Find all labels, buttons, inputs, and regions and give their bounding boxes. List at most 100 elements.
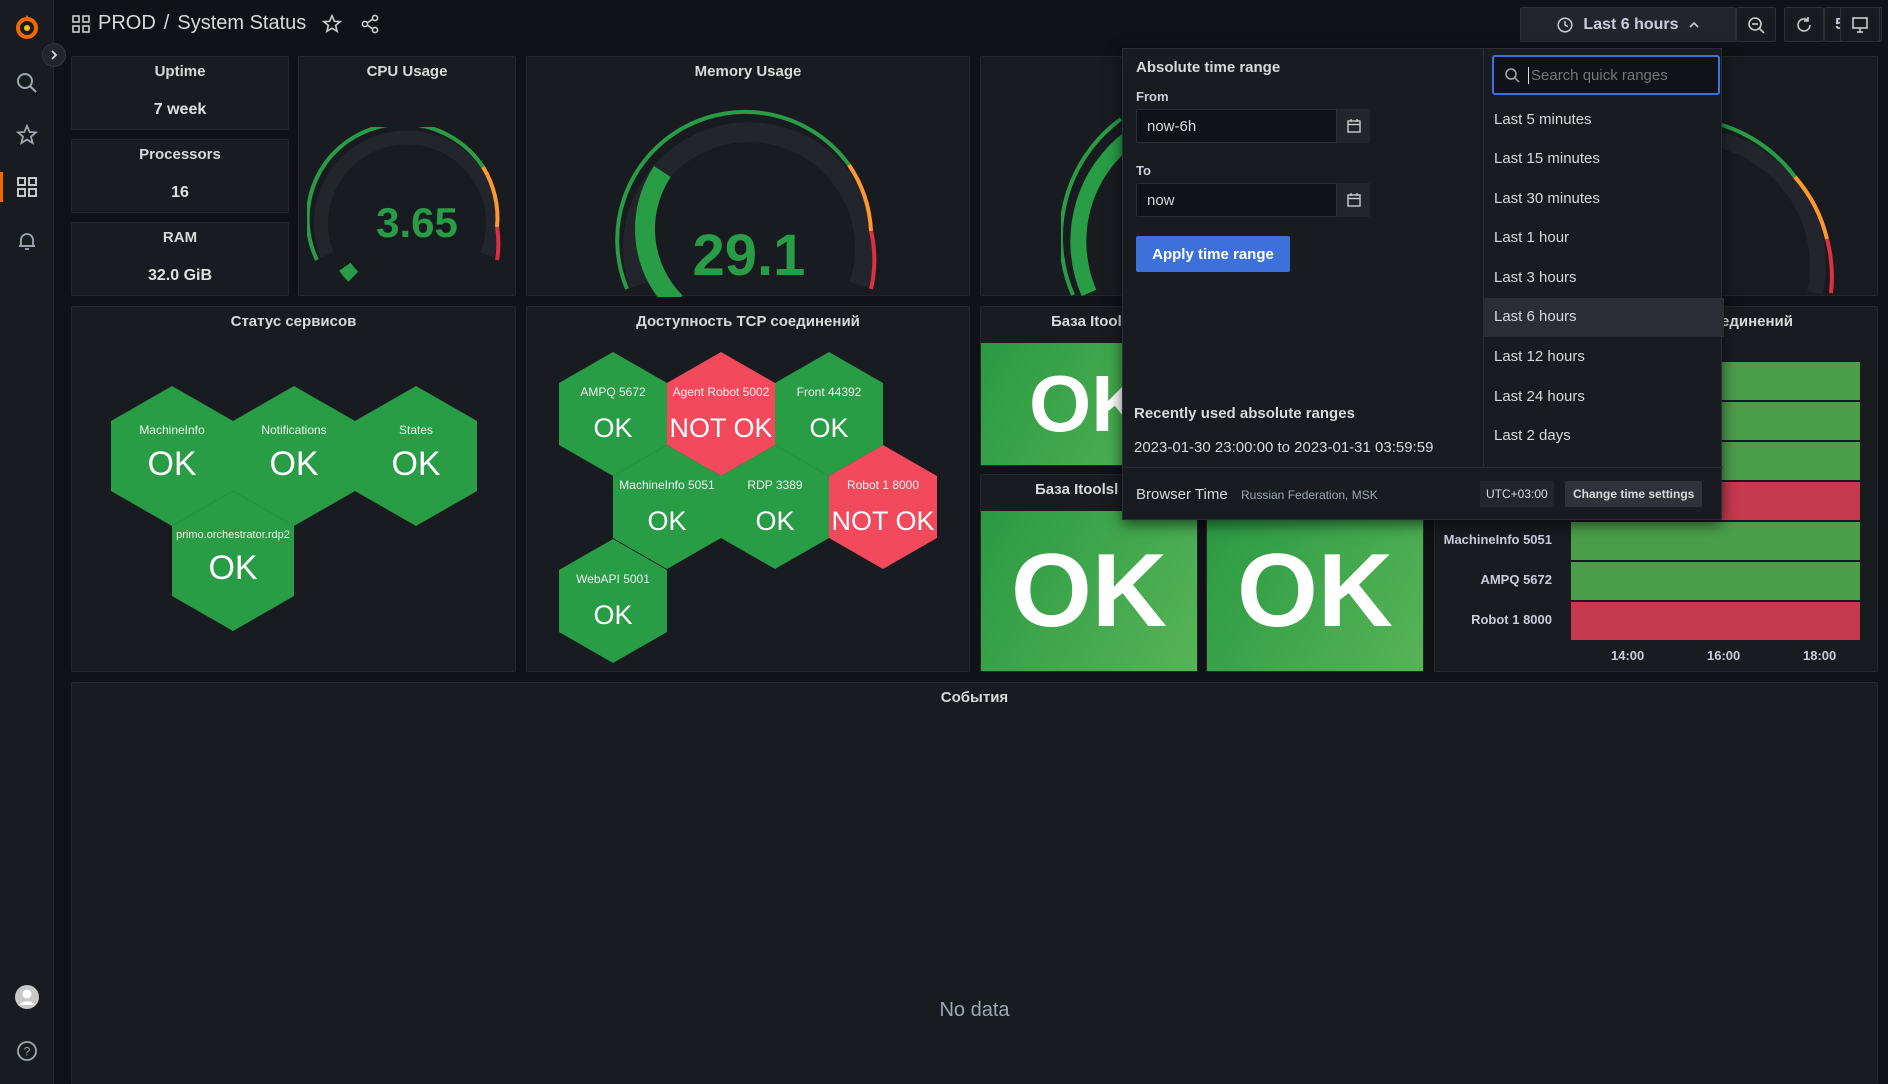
x-tick: 14:00 <box>1611 648 1645 663</box>
user-avatar-icon[interactable] <box>10 980 44 1014</box>
share-icon[interactable] <box>360 14 380 34</box>
bell-icon[interactable] <box>10 224 44 258</box>
no-data-text: No data <box>939 999 1010 1021</box>
heatmap-row <box>1571 560 1860 600</box>
active-indicator <box>0 172 3 202</box>
dashboard-grid-icon <box>72 14 90 33</box>
panel-title: Uptime <box>154 63 206 80</box>
x-tick: 16:00 <box>1707 648 1741 663</box>
quick-ranges-section: Search quick ranges Last 5 minutes Last … <box>1483 49 1724 467</box>
from-label: From <box>1136 89 1169 104</box>
browser-time-label: Browser Time <box>1136 486 1228 503</box>
hex-label: Notifications <box>261 422 327 437</box>
row-label: Robot 1 8000 <box>1471 612 1552 627</box>
to-input[interactable]: now <box>1136 183 1370 217</box>
panel-title: Доступность TCP соединений <box>636 313 860 330</box>
ram-value: 32.0 GiB <box>147 267 213 284</box>
help-icon[interactable]: ? <box>10 1034 44 1068</box>
row-label: AMPQ 5672 <box>1480 572 1552 587</box>
hex-status: OK <box>147 444 197 483</box>
star-icon[interactable] <box>322 13 343 34</box>
search-icon[interactable] <box>10 66 44 100</box>
x-tick: 18:00 <box>1803 648 1837 663</box>
heatmap-row <box>1571 520 1860 560</box>
cpu-usage-panel: CPU Usage 3.65 <box>298 56 516 296</box>
hex-label: States <box>398 422 434 437</box>
timezone-footer: Browser Time Russian Federation, MSK UTC… <box>1123 467 1723 521</box>
hex-label: RDP 3389 <box>747 477 803 492</box>
chevron-up-icon <box>1688 21 1699 28</box>
events-panel: События No data <box>71 682 1878 1084</box>
breadcrumb-separator: / <box>163 12 170 34</box>
hex-status: NOT OK <box>831 505 935 536</box>
panel-title: Memory Usage <box>694 63 802 80</box>
tv-mode-button[interactable] <box>1840 7 1880 42</box>
time-picker-button[interactable]: Last 6 hours <box>1520 7 1736 42</box>
timezone-name: Russian Federation, MSK <box>1241 488 1378 502</box>
to-label: To <box>1136 163 1151 178</box>
db-itoolsl-value: OK <box>981 511 1197 671</box>
hex-label: MachineInfo 5051 <box>619 477 715 492</box>
change-time-settings-button[interactable]: Change time settings <box>1565 481 1703 507</box>
hex-label: Agent Robot 5002 <box>672 384 770 399</box>
quick-range-search[interactable]: Search quick ranges <box>1492 55 1720 95</box>
panel-title: События <box>940 689 1009 706</box>
star-icon[interactable] <box>10 118 44 152</box>
absolute-range-title: Absolute time range <box>1136 59 1281 76</box>
recent-range-item[interactable]: 2023-01-30 23:00:00 to 2023-01-31 03:59:… <box>1134 439 1433 456</box>
hex-states: States OK <box>355 386 477 526</box>
hex-status: OK <box>593 599 633 630</box>
hex-label: Robot 1 8000 <box>846 477 920 492</box>
hex-status: OK <box>593 412 633 443</box>
heatmap-row <box>1571 600 1860 640</box>
hex-status: OK <box>809 412 849 443</box>
time-range-label: Last 6 hours <box>1583 15 1679 33</box>
memory-usage-panel: Memory Usage 29.1 <box>526 56 970 297</box>
cpu-gauge: 3.65 <box>307 127 501 282</box>
chevron-right-icon[interactable] <box>42 43 66 67</box>
hex-status: OK <box>755 505 795 536</box>
hex-status: OK <box>269 444 319 483</box>
hex-label: Front 44392 <box>796 384 862 399</box>
sidebar: ? <box>0 0 54 1084</box>
from-input[interactable]: now-6h <box>1136 109 1370 143</box>
db-3-value: OK <box>1207 511 1423 671</box>
search-icon <box>1505 68 1520 83</box>
hex-status: NOT OK <box>669 412 773 443</box>
apply-time-range-button[interactable]: Apply time range <box>1136 236 1290 272</box>
uptime-value: 7 week <box>153 101 207 118</box>
panel-title: Processors <box>139 146 221 163</box>
hex-label: MachineInfo <box>139 422 205 437</box>
calendar-icon[interactable] <box>1336 183 1370 217</box>
hex-label: primo.orchestrator.rdp2 <box>176 528 290 541</box>
quick-range-item[interactable]: Last 15 minutes <box>1484 140 1724 179</box>
quick-range-item[interactable]: Last 3 hours <box>1484 259 1724 298</box>
quick-range-item[interactable]: Last 12 hours <box>1484 338 1724 377</box>
refresh-button[interactable] <box>1784 7 1824 42</box>
zoom-out-button[interactable] <box>1736 7 1776 42</box>
panel-title: RAM <box>162 229 198 246</box>
absolute-range-section: Absolute time range From now-6h To now A… <box>1123 49 1483 467</box>
folder-link[interactable]: PROD <box>98 12 156 35</box>
dashboards-icon[interactable] <box>10 170 44 204</box>
dashboard-title[interactable]: System Status <box>177 12 306 35</box>
quick-range-item[interactable]: Last 30 minutes <box>1484 180 1724 219</box>
hex-label: AMPQ 5672 <box>580 384 646 399</box>
quick-range-item[interactable]: Last 24 hours <box>1484 378 1724 417</box>
dashboard-navbar: PROD / System Status Last 6 hours 5s <box>54 0 1888 50</box>
quick-range-item[interactable]: Last 1 hour <box>1484 219 1724 258</box>
tcp-availability-panel: Доступность TCP соединений AMPQ 5672 OK … <box>526 306 970 672</box>
panel-title: Статус сервисов <box>230 313 357 330</box>
gauge-4-partial <box>1705 121 1834 295</box>
calendar-icon[interactable] <box>1336 109 1370 143</box>
memory-gauge: 29.1 <box>615 109 877 297</box>
svg-text:?: ? <box>24 1045 31 1059</box>
recent-ranges-title: Recently used absolute ranges <box>1134 405 1355 422</box>
quick-range-item-selected[interactable]: Last 6 hours <box>1484 298 1724 337</box>
monitor-icon <box>1852 16 1868 33</box>
uptime-panel: Uptime 7 week <box>71 56 289 130</box>
search-placeholder: Search quick ranges <box>1528 66 1668 84</box>
grafana-logo-icon[interactable] <box>10 10 44 44</box>
quick-range-item[interactable]: Last 2 days <box>1484 417 1724 456</box>
quick-range-item[interactable]: Last 5 minutes <box>1484 101 1724 140</box>
